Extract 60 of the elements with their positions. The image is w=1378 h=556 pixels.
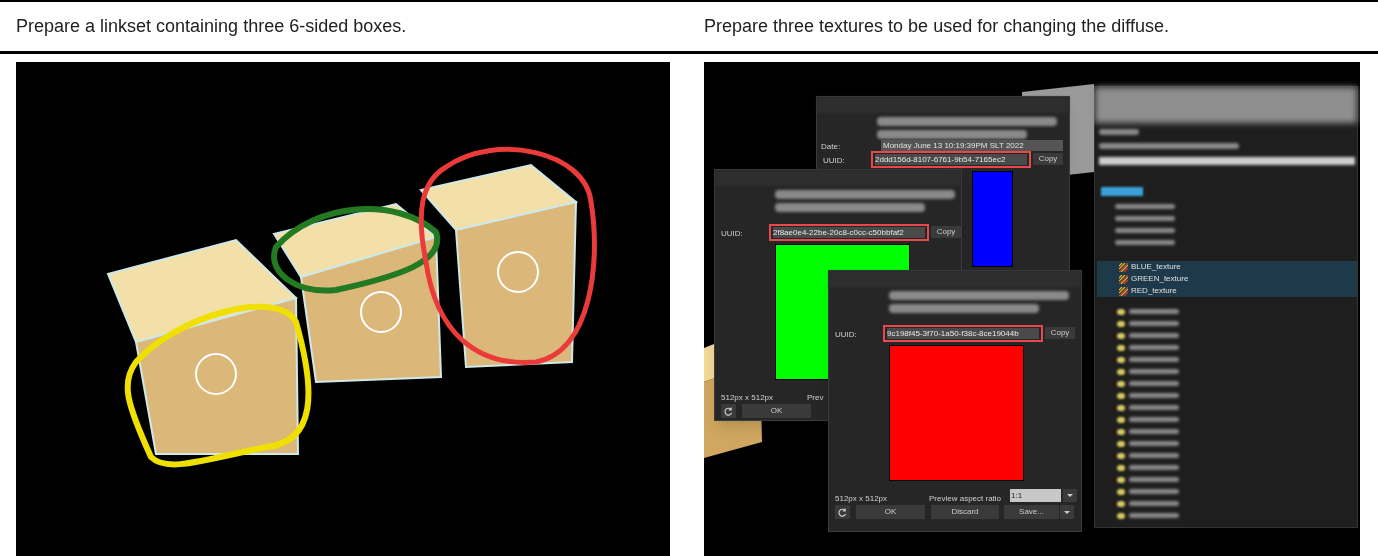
uuid-field[interactable]: 2ddd156d-8107-6761-9b54-7165ec2 bbox=[871, 151, 1031, 168]
size-label: 512px x 512px bbox=[721, 392, 774, 404]
refresh-icon bbox=[838, 507, 847, 517]
uuid-field[interactable]: 9c198f45-3f70-1a50-f38c-8ce19044b bbox=[883, 325, 1043, 342]
refresh-button[interactable] bbox=[835, 505, 850, 519]
blurred-text bbox=[1129, 465, 1179, 470]
blurred-text bbox=[1099, 129, 1139, 135]
dropdown-button[interactable] bbox=[1063, 489, 1077, 502]
blurred-text bbox=[1129, 441, 1179, 446]
refresh-icon bbox=[724, 406, 733, 416]
uuid-label: UUID: bbox=[835, 329, 857, 341]
inventory-item[interactable]: BLUE_texture bbox=[1097, 261, 1357, 273]
uuid-field[interactable]: 2f8ae0e4-22be-20c8-c0cc-c50bbfaf2 bbox=[769, 224, 929, 241]
blurred-text bbox=[1129, 417, 1179, 422]
refresh-button[interactable] bbox=[721, 404, 736, 418]
blurred-text bbox=[1129, 369, 1179, 374]
blurred-text bbox=[1129, 429, 1179, 434]
item-label: GREEN_texture bbox=[1131, 273, 1189, 285]
blurred-text bbox=[1129, 477, 1179, 482]
blurred-text bbox=[1115, 216, 1175, 221]
texture-icon bbox=[1119, 286, 1128, 296]
uuid-label: UUID: bbox=[721, 228, 743, 240]
aspect-label: Preview aspect ratio bbox=[929, 493, 1002, 505]
dropdown-button[interactable] bbox=[1060, 505, 1074, 519]
item-label: RED_texture bbox=[1131, 285, 1177, 297]
date-label: Date: bbox=[821, 141, 841, 153]
blurred-text bbox=[1129, 489, 1179, 494]
copy-button[interactable]: Copy bbox=[1033, 153, 1063, 165]
aspect-field[interactable]: 1:1 bbox=[1010, 489, 1061, 502]
aspect-label: Prev bbox=[807, 392, 824, 404]
blurred-text bbox=[1129, 345, 1179, 350]
blurred-text bbox=[1129, 453, 1179, 458]
blurred-text bbox=[1115, 228, 1175, 233]
date-field: Monday June 13 10:19:39PM SLT 2022 bbox=[881, 140, 1063, 151]
copy-button[interactable]: Copy bbox=[1045, 327, 1075, 339]
blurred-text bbox=[1129, 381, 1179, 386]
blurred-text bbox=[1115, 204, 1175, 209]
item-label: BLUE_texture bbox=[1131, 261, 1181, 273]
column-heading: Prepare three textures to be used for changing the diffuse. bbox=[704, 16, 1169, 36]
copy-button[interactable]: Copy bbox=[931, 226, 961, 238]
ok-button[interactable]: OK bbox=[742, 404, 811, 418]
discard-button[interactable]: Discard bbox=[931, 505, 999, 519]
blurred-text bbox=[1129, 333, 1179, 338]
blurred-text bbox=[1129, 393, 1179, 398]
texture-icon bbox=[1119, 262, 1128, 272]
blurred-text bbox=[1129, 357, 1179, 362]
blurred-text bbox=[1115, 240, 1175, 245]
ok-button[interactable]: OK bbox=[856, 505, 925, 519]
column-heading: Prepare a linkset containing three 6-sided boxes. bbox=[16, 16, 407, 36]
inventory-item[interactable]: RED_texture bbox=[1097, 285, 1357, 297]
texture-icon bbox=[1119, 274, 1128, 284]
blurred-text bbox=[1129, 501, 1179, 506]
blurred-text bbox=[1129, 405, 1179, 410]
blurred-text bbox=[1129, 513, 1179, 518]
inventory-item[interactable]: GREEN_texture bbox=[1097, 273, 1357, 285]
size-label: 512px x 512px bbox=[835, 493, 888, 505]
blurred-text bbox=[1129, 321, 1179, 326]
blurred-text bbox=[1129, 309, 1179, 314]
uuid-label: UUID: bbox=[823, 155, 845, 167]
save-button[interactable]: Save... bbox=[1004, 505, 1059, 519]
